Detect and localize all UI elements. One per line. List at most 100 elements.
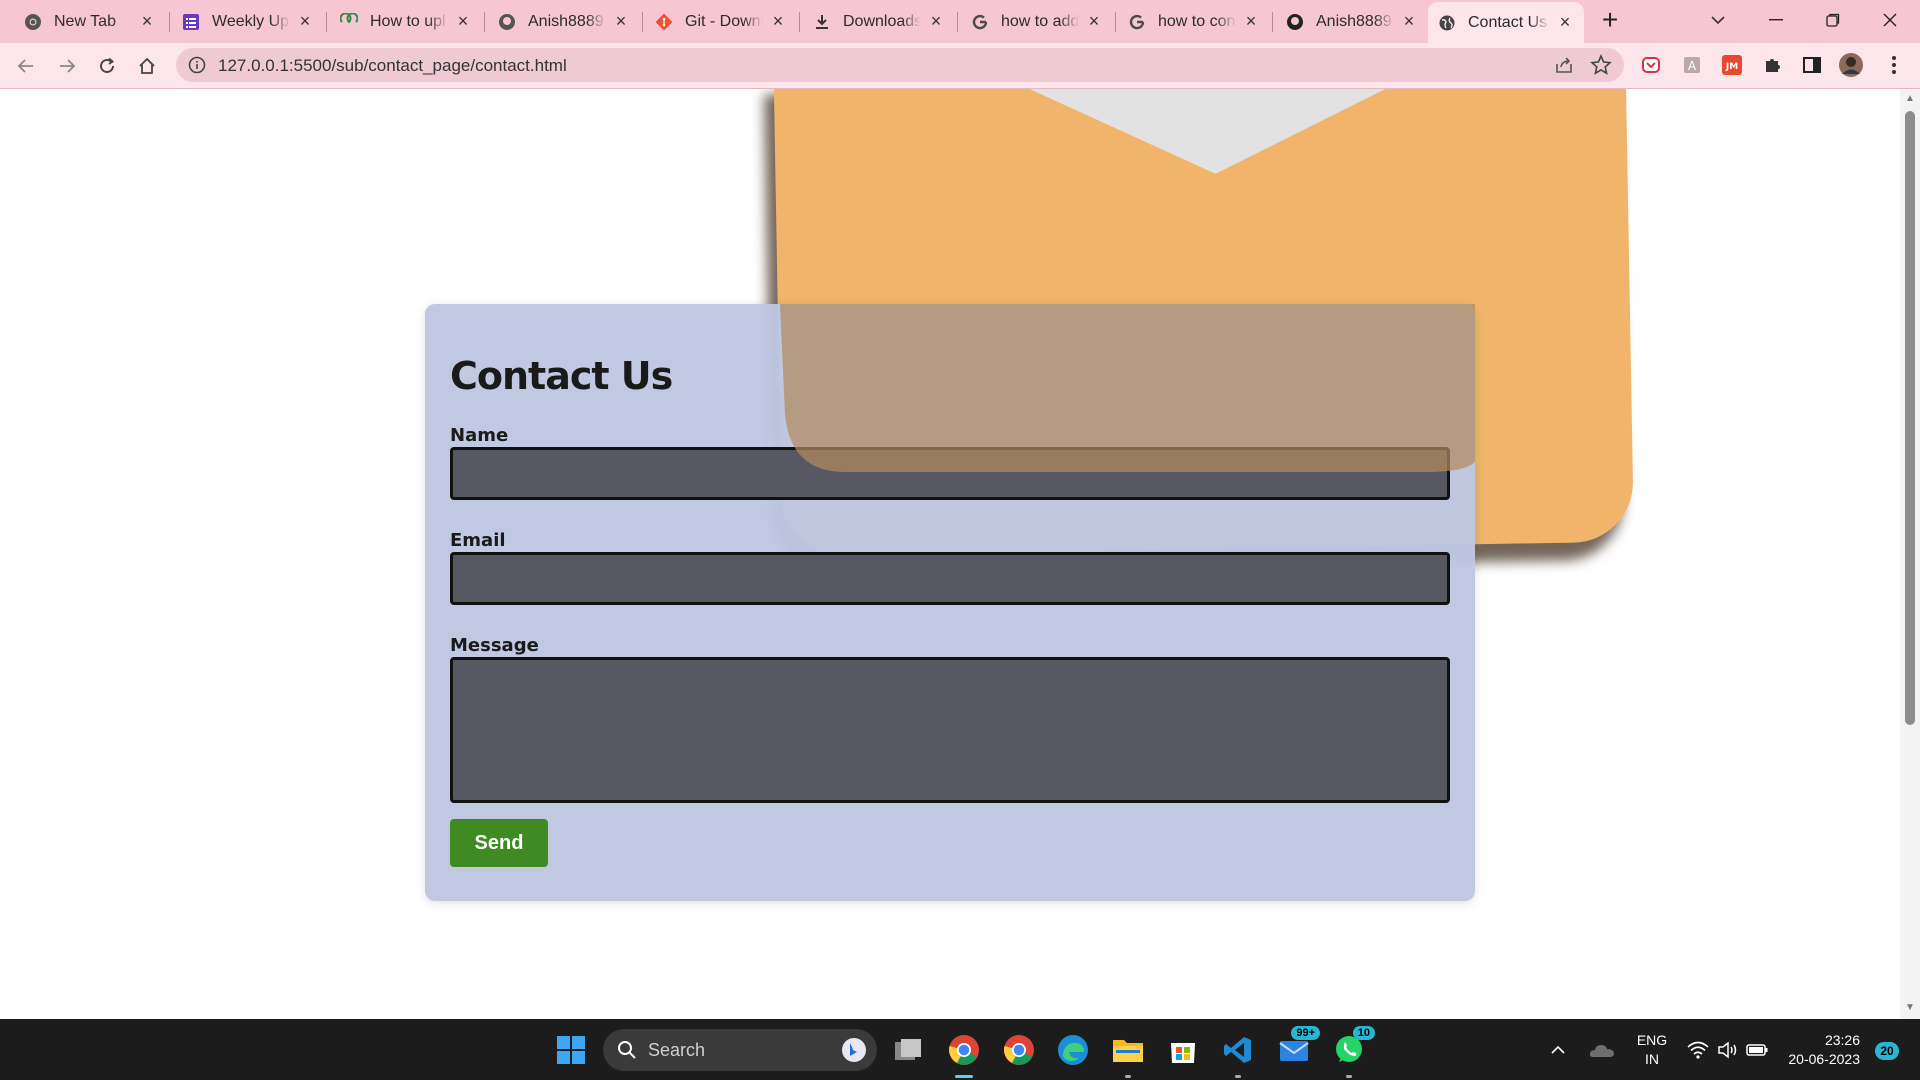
bing-icon[interactable] xyxy=(841,1037,867,1063)
close-icon[interactable]: × xyxy=(1556,12,1574,32)
url-text[interactable]: 127.0.0.1:5500/sub/contact_page/contact.… xyxy=(218,56,567,76)
back-icon[interactable] xyxy=(10,50,42,82)
whatsapp-icon[interactable]: 10 xyxy=(1329,1026,1375,1078)
message-field[interactable] xyxy=(450,657,1450,803)
tab-google-search-1[interactable]: how to add × xyxy=(961,4,1113,39)
tab-contact-us[interactable]: Contact Us × xyxy=(1428,2,1584,43)
name-field[interactable] xyxy=(450,447,1450,500)
close-icon[interactable]: × xyxy=(1400,11,1418,31)
scroll-thumb[interactable] xyxy=(1905,111,1915,725)
clock-time: 23:26 xyxy=(1824,1032,1860,1048)
chrome-profile-taskbar-icon[interactable] xyxy=(999,1030,1039,1070)
sidepanel-icon[interactable] xyxy=(1799,52,1825,78)
chrome-taskbar-icon[interactable] xyxy=(944,1030,984,1078)
close-icon[interactable]: × xyxy=(1242,11,1260,31)
tab-title: Downloads xyxy=(843,12,921,30)
share-icon[interactable] xyxy=(1554,55,1574,75)
scroll-up-icon[interactable]: ▲ xyxy=(1904,93,1916,105)
forms-icon xyxy=(182,13,200,31)
extension-jm-icon[interactable]: JM xyxy=(1719,52,1745,78)
tab-separator xyxy=(957,12,958,32)
tab-separator xyxy=(169,12,170,32)
chrome-menu-icon[interactable] xyxy=(1881,52,1907,78)
tab-title: Contact Us xyxy=(1468,13,1548,31)
page-scrollbar[interactable]: ▲ ▼ xyxy=(1900,89,1920,1019)
taskbar-search[interactable]: Search xyxy=(603,1029,877,1071)
forward-icon[interactable] xyxy=(51,50,83,82)
svg-text:JM: JM xyxy=(1725,62,1738,72)
name-label: Name xyxy=(450,425,509,446)
close-icon[interactable]: × xyxy=(296,11,314,31)
email-field[interactable] xyxy=(450,552,1450,605)
tab-google-search-2[interactable]: how to con × xyxy=(1118,4,1270,39)
google-icon xyxy=(1128,13,1146,31)
tab-github-1[interactable]: Anish8889 × xyxy=(488,4,640,39)
page-title: Contact Us xyxy=(450,354,673,398)
file-explorer-icon[interactable] xyxy=(1108,1030,1148,1078)
close-icon[interactable]: × xyxy=(612,11,630,31)
geeks-icon xyxy=(340,12,358,31)
tab-search-chevron-icon[interactable] xyxy=(1690,0,1746,40)
onedrive-icon[interactable] xyxy=(1584,1030,1620,1070)
task-view-icon[interactable] xyxy=(888,1030,928,1070)
message-label: Message xyxy=(450,635,539,656)
bookmark-star-icon[interactable] xyxy=(1590,53,1612,76)
new-tab-button[interactable]: + xyxy=(1596,6,1624,35)
extensions-puzzle-icon[interactable] xyxy=(1759,52,1785,78)
send-button[interactable]: Send xyxy=(450,819,548,867)
tab-how-to-upload[interactable]: How to upl × xyxy=(330,4,482,39)
tab-git-download[interactable]: Git - Downl × xyxy=(645,4,797,39)
tab-title: how to con xyxy=(1158,12,1236,30)
running-indicator xyxy=(1235,1075,1241,1078)
edge-icon[interactable] xyxy=(1053,1030,1093,1070)
running-indicator xyxy=(1346,1075,1352,1078)
vscode-icon[interactable] xyxy=(1218,1030,1258,1078)
tab-downloads[interactable]: Downloads × xyxy=(803,4,955,39)
browser-toolbar: 127.0.0.1:5500/sub/contact_page/contact.… xyxy=(0,43,1920,89)
tab-weekly-update[interactable]: Weekly Upc × xyxy=(172,4,324,39)
search-icon xyxy=(617,1040,637,1060)
site-info-icon[interactable] xyxy=(188,56,206,74)
tray-chevron-up-icon[interactable] xyxy=(1543,1030,1573,1070)
email-label: Email xyxy=(450,530,506,551)
search-label: Search xyxy=(648,1040,706,1060)
tab-title: Weekly Upc xyxy=(212,12,290,30)
extension-a-icon[interactable]: A xyxy=(1679,52,1705,78)
running-indicator xyxy=(955,1075,973,1078)
close-icon[interactable]: × xyxy=(454,11,472,31)
close-icon[interactable]: × xyxy=(769,11,787,31)
microsoft-store-icon[interactable] xyxy=(1163,1030,1203,1070)
tab-title: how to add xyxy=(1001,12,1079,30)
pocket-extension-icon[interactable] xyxy=(1638,52,1664,78)
home-icon[interactable] xyxy=(131,50,163,82)
download-icon xyxy=(813,13,831,31)
taskbar: Search 99+ 10 ENG IN 23:26 20-06-2023 20 xyxy=(0,1019,1920,1080)
tab-strip: New Tab × Weekly Upc × How to upl × Anis… xyxy=(0,0,1920,43)
envelope-flap xyxy=(993,89,1436,178)
reload-icon[interactable] xyxy=(91,50,123,82)
profile-avatar-icon[interactable] xyxy=(1838,52,1864,78)
language-indicator[interactable]: ENG IN xyxy=(1632,1031,1672,1069)
tab-separator xyxy=(326,12,327,32)
github-icon xyxy=(498,13,516,31)
minimize-icon[interactable] xyxy=(1748,0,1804,40)
clock[interactable]: 23:26 20-06-2023 xyxy=(1780,1031,1860,1069)
close-window-icon[interactable] xyxy=(1862,0,1918,40)
windows-start-icon[interactable] xyxy=(551,1030,591,1070)
notification-center[interactable]: 20 xyxy=(1872,1039,1902,1063)
tab-new-tab[interactable]: New Tab × xyxy=(14,4,166,39)
tab-separator xyxy=(642,12,643,32)
region-code: IN xyxy=(1645,1051,1659,1067)
close-icon[interactable]: × xyxy=(138,11,156,31)
restore-icon[interactable] xyxy=(1805,0,1861,40)
close-icon[interactable]: × xyxy=(927,11,945,31)
scroll-down-icon[interactable]: ▼ xyxy=(1904,1002,1916,1014)
tab-github-2[interactable]: Anish8889 × xyxy=(1276,4,1428,39)
tab-separator xyxy=(484,12,485,32)
close-icon[interactable]: × xyxy=(1085,11,1103,31)
battery-icon[interactable] xyxy=(1739,1030,1775,1070)
tab-title: Anish8889 xyxy=(1316,12,1392,30)
address-bar[interactable]: 127.0.0.1:5500/sub/contact_page/contact.… xyxy=(176,48,1624,82)
whatsapp-badge: 10 xyxy=(1352,1026,1375,1040)
mail-icon[interactable]: 99+ xyxy=(1274,1026,1320,1070)
